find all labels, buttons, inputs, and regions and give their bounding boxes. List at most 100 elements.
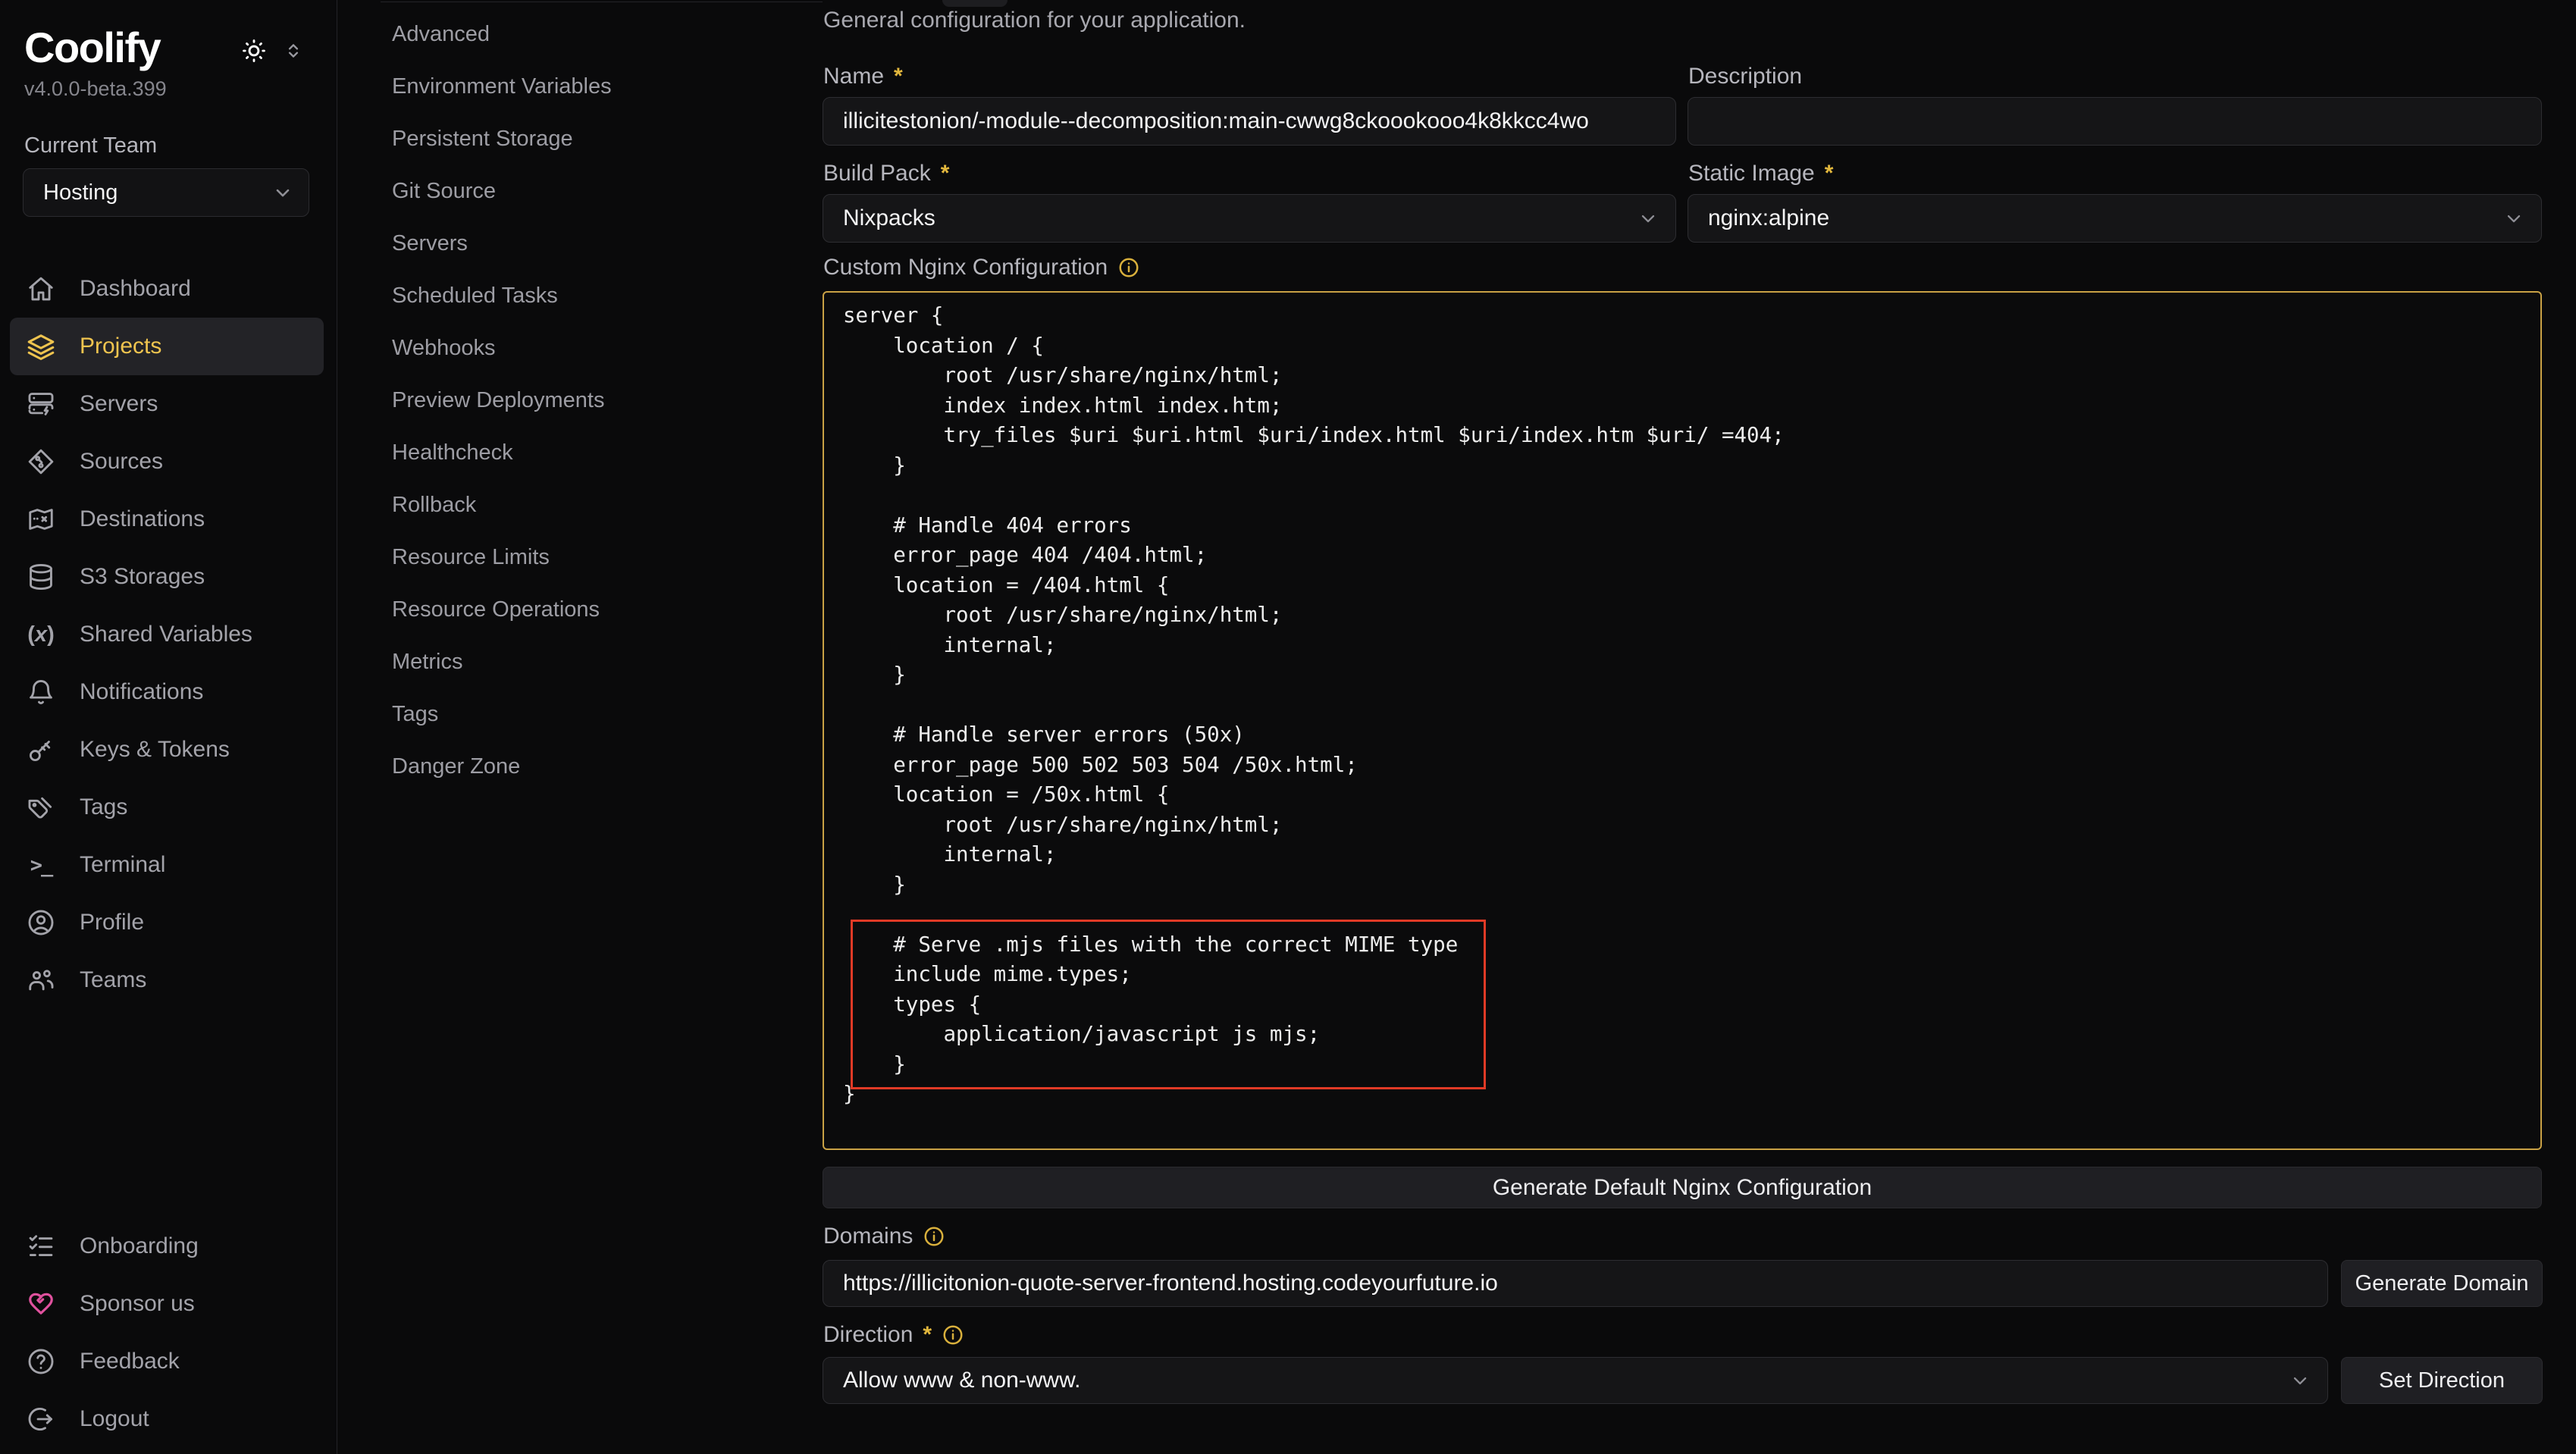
sidebar-item-label: Sources	[80, 449, 163, 475]
chevron-down-icon	[2503, 208, 2524, 229]
question-circle-icon	[25, 1346, 57, 1377]
sidebar-item-terminal[interactable]: >_ Terminal	[10, 836, 324, 894]
subnav-item-persistent-storage[interactable]: Persistent Storage	[338, 113, 823, 165]
clipped-tab-stub	[942, 0, 1008, 7]
git-diamond-icon	[25, 446, 57, 478]
subnav-item-healthcheck[interactable]: Healthcheck	[338, 427, 823, 479]
sidebar-item-label: Keys & Tokens	[80, 737, 230, 763]
name-input[interactable]: illicitestonion/-module--decomposition:m…	[823, 97, 1676, 146]
sidebar-item-logout[interactable]: Logout	[10, 1390, 324, 1448]
sidebar-item-shared-variables[interactable]: (x) Shared Variables	[10, 606, 324, 663]
set-direction-button[interactable]: Set Direction	[2341, 1357, 2543, 1404]
description-label: Description	[1688, 64, 1802, 89]
sidebar-item-tags[interactable]: Tags	[10, 779, 324, 836]
subnav-item-rollback[interactable]: Rollback	[338, 479, 823, 531]
sidebar-item-notifications[interactable]: Notifications	[10, 663, 324, 721]
sidebar-item-keys-tokens[interactable]: Keys & Tokens	[10, 721, 324, 779]
page-subtitle: General configuration for your applicati…	[823, 8, 1246, 33]
build-pack-value: Nixpacks	[843, 205, 935, 231]
subnav-item-danger-zone[interactable]: Danger Zone	[338, 741, 823, 793]
sidebar-item-label: Feedback	[80, 1349, 180, 1374]
static-image-select[interactable]: nginx:alpine	[1688, 194, 2542, 243]
info-icon[interactable]	[923, 1225, 945, 1248]
subnav-item-git-source[interactable]: Git Source	[338, 165, 823, 218]
sidebar-item-teams[interactable]: Teams	[10, 951, 324, 1009]
sidebar-item-sponsor-us[interactable]: Sponsor us	[10, 1275, 324, 1333]
required-marker: *	[923, 1322, 932, 1348]
subnav-item-metrics[interactable]: Metrics	[338, 636, 823, 688]
domains-input[interactable]: https://illicitonion-quote-server-fronte…	[823, 1260, 2328, 1307]
sidebar-item-dashboard[interactable]: Dashboard	[10, 260, 324, 318]
terminal-icon: >_	[25, 849, 57, 881]
generate-domain-button[interactable]: Generate Domain	[2341, 1260, 2543, 1307]
required-marker: *	[1825, 161, 1834, 186]
subnav-item-resource-limits[interactable]: Resource Limits	[338, 531, 823, 584]
direction-label: Direction	[823, 1322, 913, 1348]
direction-select[interactable]: Allow www & non-www.	[823, 1357, 2328, 1404]
name-input-value: illicitestonion/-module--decomposition:m…	[843, 108, 1589, 134]
tags-icon	[25, 791, 57, 823]
sidebar-item-label: Terminal	[80, 852, 165, 878]
app-logo: Coolify	[24, 23, 160, 72]
sidebar-item-servers[interactable]: Servers	[10, 375, 324, 433]
current-team-label: Current Team	[24, 133, 157, 158]
sidebar-item-label: Profile	[80, 910, 144, 935]
server-icon	[25, 388, 57, 420]
subnav-item-environment-variables[interactable]: Environment Variables	[338, 61, 823, 113]
name-label: Name	[823, 64, 884, 89]
domains-label: Domains	[823, 1224, 913, 1249]
sidebar-item-onboarding[interactable]: Onboarding	[10, 1217, 324, 1275]
user-circle-icon	[25, 907, 57, 939]
app-version: v4.0.0-beta.399	[24, 77, 167, 101]
sidebar-footer-nav: Onboarding Sponsor us Feedback	[10, 1217, 324, 1448]
info-icon[interactable]	[1117, 256, 1140, 279]
sidebar-item-s3-storages[interactable]: S3 Storages	[10, 548, 324, 606]
sidebar-item-label: Shared Variables	[80, 622, 252, 647]
logout-icon	[25, 1403, 57, 1435]
chevron-down-icon	[272, 182, 293, 203]
users-icon	[25, 964, 57, 996]
info-icon[interactable]	[942, 1324, 964, 1346]
subnav-item-advanced[interactable]: Advanced	[338, 8, 823, 61]
nginx-config-label: Custom Nginx Configuration	[823, 255, 1108, 280]
subnav-item-resource-operations[interactable]: Resource Operations	[338, 584, 823, 636]
heart-hands-icon	[25, 1288, 57, 1320]
sidebar-item-label: Logout	[80, 1406, 149, 1432]
sidebar-item-label: Notifications	[80, 679, 203, 705]
mjs-mime-highlight-box	[851, 920, 1486, 1089]
settings-subnav: Advanced Environment Variables Persisten…	[338, 0, 823, 1454]
sidebar-item-sources[interactable]: Sources	[10, 433, 324, 490]
generate-default-nginx-button[interactable]: Generate Default Nginx Configuration	[823, 1167, 2542, 1208]
sidebar-item-feedback[interactable]: Feedback	[10, 1333, 324, 1390]
sidebar-item-label: Servers	[80, 391, 158, 417]
direction-value: Allow www & non-www.	[843, 1368, 1080, 1393]
sidebar-item-label: Sponsor us	[80, 1291, 195, 1317]
bell-icon	[25, 676, 57, 708]
team-select[interactable]: Hosting	[23, 168, 309, 217]
static-image-label: Static Image	[1688, 161, 1815, 186]
nginx-config-editor[interactable]: server { location / { root /usr/share/ng…	[823, 291, 2542, 1150]
theme-sun-icon[interactable]	[241, 38, 267, 64]
sidebar-item-label: Tags	[80, 794, 127, 820]
subnav-item-webhooks[interactable]: Webhooks	[338, 322, 823, 374]
subnav-item-servers[interactable]: Servers	[338, 218, 823, 270]
sidebar-item-projects[interactable]: Projects	[10, 318, 324, 375]
subnav-item-preview-deployments[interactable]: Preview Deployments	[338, 374, 823, 427]
key-icon	[25, 734, 57, 766]
build-pack-select[interactable]: Nixpacks	[823, 194, 1676, 243]
domains-input-value: https://illicitonion-quote-server-fronte…	[843, 1271, 1498, 1296]
sidebar-item-label: Destinations	[80, 506, 205, 532]
team-select-value: Hosting	[43, 180, 118, 205]
sidebar-item-profile[interactable]: Profile	[10, 894, 324, 951]
chevron-down-icon	[2289, 1370, 2311, 1391]
description-input[interactable]	[1688, 97, 2542, 146]
subnav-item-scheduled-tasks[interactable]: Scheduled Tasks	[338, 270, 823, 322]
sidebar-item-label: Projects	[80, 334, 161, 359]
chevrons-up-down-icon[interactable]	[284, 41, 303, 61]
subnav-item-tags[interactable]: Tags	[338, 688, 823, 741]
sidebar-item-label: Dashboard	[80, 276, 191, 302]
database-icon	[25, 561, 57, 593]
general-configuration-panel: General configuration for your applicati…	[823, 0, 2576, 1454]
layers-icon	[25, 331, 57, 362]
sidebar-item-destinations[interactable]: Destinations	[10, 490, 324, 548]
